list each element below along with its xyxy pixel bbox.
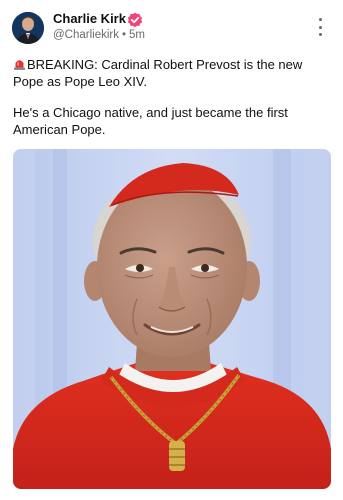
more-vertical-icon[interactable] <box>312 18 328 36</box>
avatar[interactable] <box>12 12 44 44</box>
post-timestamp[interactable]: 5m <box>129 29 145 41</box>
post-meta: @Charliekirk • 5m <box>53 29 145 41</box>
verified-badge-icon <box>127 12 143 28</box>
author-name[interactable]: Charlie Kirk <box>53 11 126 26</box>
post-card: Charlie Kirk @Charliekirk • 5m BREAKING: C… <box>0 0 343 500</box>
siren-emoji-icon <box>14 60 25 70</box>
author-handle[interactable]: @Charliekirk <box>53 29 119 41</box>
post-image[interactable] <box>13 149 331 489</box>
post-text-1: BREAKING: Cardinal Robert Prevost is the… <box>13 57 303 89</box>
meta-separator: • <box>122 29 127 41</box>
post-text-paragraph-2: He's a Chicago native, and just became t… <box>13 105 288 137</box>
post-text-paragraph-1: BREAKING: Cardinal Robert Prevost is the… <box>13 56 331 90</box>
